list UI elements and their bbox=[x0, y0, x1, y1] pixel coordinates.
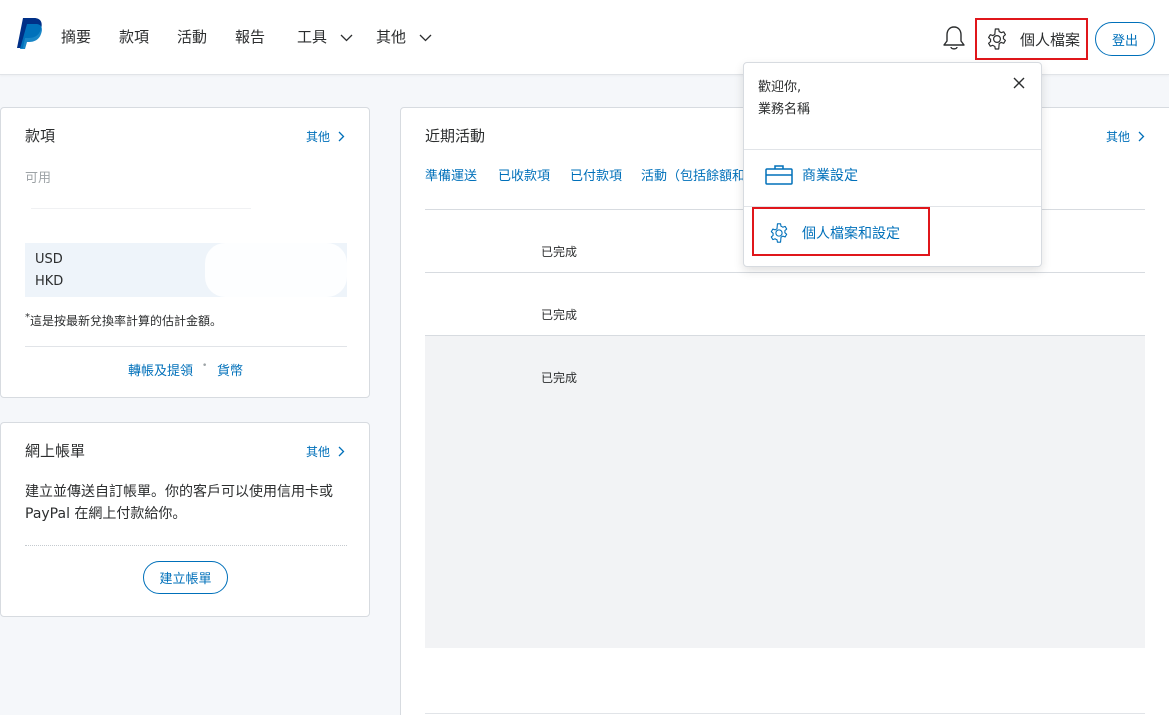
bell-icon[interactable] bbox=[941, 24, 967, 52]
exchange-rate-note: *這是按最新兌換率計算的估計金額。 bbox=[25, 312, 222, 329]
invoice-more-link[interactable]: 其他 bbox=[306, 443, 345, 460]
payments-more-link[interactable]: 其他 bbox=[306, 128, 345, 145]
currency-list: USD HKD bbox=[25, 243, 347, 297]
briefcase-icon bbox=[765, 165, 793, 185]
close-icon[interactable] bbox=[1012, 76, 1026, 90]
nav-tools[interactable]: 工具 bbox=[297, 26, 353, 47]
currency-link[interactable]: 貨幣 bbox=[217, 360, 243, 379]
currency-hkd: HKD bbox=[35, 274, 64, 289]
activity-bottom-divider bbox=[425, 713, 1145, 714]
nav-summary[interactable]: 摘要 bbox=[61, 26, 91, 47]
business-settings-item[interactable]: 商業設定 bbox=[744, 146, 1041, 204]
transfer-withdraw-link[interactable]: 轉帳及提領 bbox=[128, 360, 193, 379]
payments-card-title: 款項 bbox=[25, 127, 56, 145]
redacted-amounts bbox=[205, 243, 347, 297]
profile-button[interactable]: 個人檔案 bbox=[975, 18, 1088, 60]
activity-status: 已完成 bbox=[541, 245, 578, 259]
business-name: 業務名稱 bbox=[758, 102, 811, 117]
chevron-right-icon bbox=[338, 446, 345, 457]
chevron-right-icon bbox=[1138, 131, 1145, 142]
note-text: 這是按最新兌換率計算的估計金額。 bbox=[30, 314, 223, 328]
tab-activity-all[interactable]: 活動（包括餘額和 bbox=[641, 165, 745, 184]
nav-reports[interactable]: 報告 bbox=[235, 26, 265, 47]
tab-payments-received[interactable]: 已收款項 bbox=[498, 165, 550, 184]
nav-more[interactable]: 其他 bbox=[376, 26, 432, 47]
invoice-card: 網上帳單 其他 建立並傳送自訂帳單。你的客戶可以使用信用卡或 PayPal 在網… bbox=[0, 422, 370, 617]
available-label: 可用 bbox=[25, 171, 52, 186]
profile-button-label: 個人檔案 bbox=[1020, 30, 1081, 49]
invoice-description: 建立並傳送自訂帳單。你的客戶可以使用信用卡或 PayPal 在網上付款給你。 bbox=[25, 484, 333, 522]
nav-summary-label: 摘要 bbox=[61, 28, 92, 46]
nav-activity-label: 活動 bbox=[177, 28, 208, 46]
redacted-activity-area bbox=[425, 398, 1145, 648]
gear-icon bbox=[988, 28, 1006, 50]
nav-more-label: 其他 bbox=[376, 28, 407, 46]
activity-status: 已完成 bbox=[541, 371, 578, 385]
nav-payments[interactable]: 款項 bbox=[119, 26, 149, 47]
activity-more-label: 其他 bbox=[1106, 130, 1131, 144]
activity-row[interactable]: 已完成 bbox=[425, 272, 1145, 335]
profile-dropdown: 歡迎你, 業務名稱 商業設定 個人檔案和設定 bbox=[743, 62, 1042, 267]
invoice-divider bbox=[25, 545, 347, 546]
payments-card: 款項 其他 可用 USD HKD *這是按最新兌換率計算的估計金額。 轉帳及提領… bbox=[0, 107, 370, 398]
activity-row[interactable]: 已完成 bbox=[425, 335, 1145, 398]
dropdown-welcome: 歡迎你, 業務名稱 bbox=[758, 77, 810, 121]
payments-more-label: 其他 bbox=[306, 130, 331, 144]
create-invoice-button[interactable]: 建立帳單 bbox=[143, 561, 228, 594]
payments-divider bbox=[25, 346, 347, 347]
redacted-balance bbox=[31, 208, 251, 209]
activity-card-title: 近期活動 bbox=[425, 127, 486, 145]
welcome-text: 歡迎你, bbox=[758, 80, 802, 95]
tab-payments-sent[interactable]: 已付款項 bbox=[570, 165, 622, 184]
logout-button[interactable]: 登出 bbox=[1095, 22, 1155, 56]
invoice-more-label: 其他 bbox=[306, 445, 331, 459]
nav-payments-label: 款項 bbox=[119, 28, 150, 46]
activity-more-link[interactable]: 其他 bbox=[1106, 128, 1145, 145]
nav-reports-label: 報告 bbox=[235, 28, 266, 46]
nav-activity[interactable]: 活動 bbox=[177, 26, 207, 47]
link-separator: • bbox=[202, 361, 208, 371]
chevron-down-icon bbox=[340, 34, 353, 41]
profile-settings-item[interactable]: 個人檔案和設定 bbox=[744, 204, 1041, 262]
business-settings-label: 商業設定 bbox=[802, 168, 858, 184]
chevron-down-icon bbox=[419, 34, 432, 41]
currency-usd: USD bbox=[35, 252, 63, 267]
chevron-right-icon bbox=[338, 131, 345, 142]
paypal-logo[interactable] bbox=[14, 16, 44, 50]
gear-icon bbox=[770, 223, 788, 243]
tab-ready-to-ship[interactable]: 準備運送 bbox=[425, 165, 477, 184]
nav-tools-label: 工具 bbox=[297, 28, 328, 46]
invoice-card-title: 網上帳單 bbox=[25, 442, 86, 460]
activity-status: 已完成 bbox=[541, 308, 578, 322]
profile-settings-label: 個人檔案和設定 bbox=[802, 226, 900, 242]
